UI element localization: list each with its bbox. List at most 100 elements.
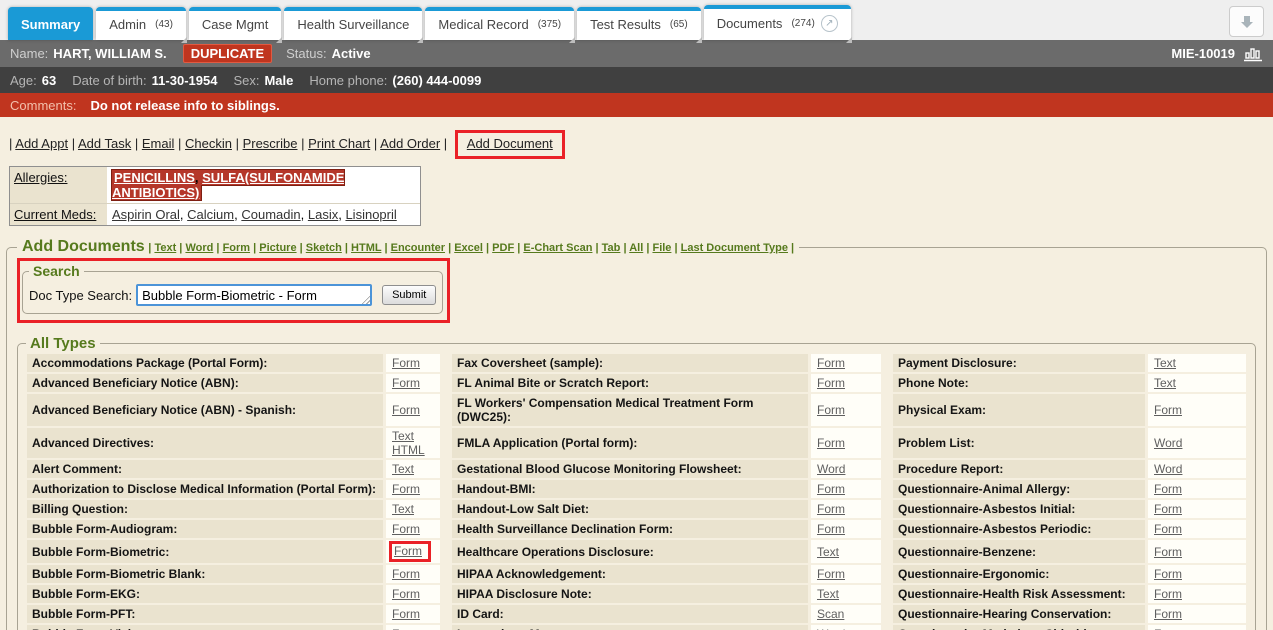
doc-link-form[interactable]: Form — [817, 502, 845, 516]
doc-type-search-label: Doc Type Search: — [29, 288, 132, 303]
doc-type-link-sketch[interactable]: Sketch — [306, 242, 342, 254]
doc-link-form[interactable]: Form — [817, 567, 845, 581]
med-lasix[interactable]: Lasix — [308, 207, 338, 222]
doc-type-link-word[interactable]: Word — [185, 242, 213, 254]
doc-link-form[interactable]: Form — [392, 567, 420, 581]
doc-link-form[interactable]: Form — [1154, 403, 1182, 417]
search-title: Search — [29, 263, 84, 279]
tab-count: (375) — [538, 19, 561, 30]
doc-type-link-e-chart-scan[interactable]: E-Chart Scan — [523, 242, 592, 254]
doc-type-link-picture[interactable]: Picture — [259, 242, 296, 254]
doc-type-links-cell: Word — [1148, 428, 1246, 458]
doc-link-text[interactable]: Text — [392, 429, 414, 443]
column-gap — [443, 428, 449, 458]
doc-type-link-html[interactable]: HTML — [351, 242, 381, 254]
doc-link-text[interactable]: Text — [392, 502, 414, 516]
med-aspirin-oral[interactable]: Aspirin Oral — [112, 207, 180, 222]
tab-medical-record[interactable]: Medical Record(375) — [425, 7, 574, 40]
doc-link-word[interactable]: Word — [817, 462, 845, 476]
allergy-penicillins[interactable]: PENICILLINS — [114, 170, 195, 185]
doc-link-text[interactable]: Text — [1154, 376, 1176, 390]
doc-type-link-excel[interactable]: Excel — [454, 242, 483, 254]
doc-type-link-file[interactable]: File — [652, 242, 671, 254]
tab-test-results[interactable]: Test Results(65) — [577, 7, 701, 40]
tab-label: Case Mgmt — [202, 17, 268, 32]
med-calcium[interactable]: Calcium — [187, 207, 234, 222]
action-email[interactable]: Email — [142, 136, 175, 151]
doc-link-form[interactable]: Form — [1154, 567, 1182, 581]
doc-link-form[interactable]: Form — [817, 436, 845, 450]
doc-link-text[interactable]: Text — [392, 462, 414, 476]
doc-link-form[interactable]: Form — [392, 607, 420, 621]
doc-link-form[interactable]: Form — [392, 356, 420, 370]
doc-link-form[interactable]: Form — [392, 376, 420, 390]
doc-link-form[interactable]: Form — [394, 544, 422, 558]
doc-type-links-cell: Word — [811, 625, 881, 630]
doc-type-link-encounter[interactable]: Encounter — [391, 242, 445, 254]
doc-type-link-text[interactable]: Text — [154, 242, 176, 254]
doc-link-form[interactable]: Form — [392, 587, 420, 601]
doc-link-form[interactable]: Form — [392, 482, 420, 496]
doc-link-form[interactable]: Form — [1154, 522, 1182, 536]
doc-link-form[interactable]: Form — [1154, 545, 1182, 559]
tab-health-surveillance[interactable]: Health Surveillance — [284, 7, 422, 40]
collapse-chart-button[interactable] — [1229, 6, 1264, 37]
doc-link-form[interactable]: Form — [817, 403, 845, 417]
doc-type-label: Advanced Beneficiary Notice (ABN): — [27, 374, 383, 392]
annotation-add-document: Add Document — [455, 130, 565, 159]
column-gap — [443, 520, 449, 538]
submit-button[interactable]: Submit — [382, 285, 436, 305]
tab-case-mgmt[interactable]: Case Mgmt — [189, 7, 281, 40]
action-add-task[interactable]: Add Task — [78, 136, 131, 151]
action-checkin[interactable]: Checkin — [185, 136, 232, 151]
chart-tab-bar: Summary Admin(43) Case Mgmt Health Surveill… — [0, 0, 1273, 40]
open-in-new-icon[interactable]: ↗ — [821, 15, 838, 32]
doc-type-links-cell: Form — [811, 428, 881, 458]
current-meds-link[interactable]: Current Meds: — [10, 204, 107, 225]
doc-link-form[interactable]: Form — [392, 403, 420, 417]
doc-link-scan[interactable]: Scan — [817, 607, 844, 621]
doc-link-form[interactable]: Form — [817, 376, 845, 390]
doc-link-form[interactable]: Form — [817, 522, 845, 536]
tab-admin[interactable]: Admin(43) — [96, 7, 186, 40]
doc-link-form[interactable]: Form — [1154, 587, 1182, 601]
action-add-order[interactable]: Add Order — [380, 136, 440, 151]
doc-type-links-cell: Form — [811, 520, 881, 538]
action-print-chart[interactable]: Print Chart — [308, 136, 370, 151]
doc-type-link-pdf[interactable]: PDF — [492, 242, 514, 254]
doc-type-link-tab[interactable]: Tab — [602, 242, 621, 254]
doc-type-links-cell: TextHTML — [386, 428, 440, 458]
doc-link-form[interactable]: Form — [1154, 482, 1182, 496]
doc-link-form[interactable]: Form — [392, 522, 420, 536]
doc-type-links-cell: Form — [811, 354, 881, 372]
doc-link-form[interactable]: Form — [817, 356, 845, 370]
doc-link-form[interactable]: Form — [817, 482, 845, 496]
tab-label: Documents — [717, 16, 783, 31]
doc-link-text[interactable]: Text — [1154, 356, 1176, 370]
action-prescribe[interactable]: Prescribe — [243, 136, 298, 151]
doc-link-word[interactable]: Word — [1154, 436, 1182, 450]
doc-type-link-form[interactable]: Form — [223, 242, 251, 254]
tab-summary[interactable]: Summary — [8, 7, 93, 40]
doc-link-html[interactable]: HTML — [392, 443, 425, 457]
doc-link-form[interactable]: Form — [1154, 502, 1182, 516]
action-add-document[interactable]: Add Document — [467, 136, 553, 151]
doc-type-links-cell: Form — [386, 480, 440, 498]
quick-actions: | Add Appt | Add Task | Email | Checkin … — [0, 130, 1273, 159]
doc-link-text[interactable]: Text — [817, 587, 839, 601]
med-coumadin[interactable]: Coumadin — [241, 207, 300, 222]
action-add-appt[interactable]: Add Appt — [15, 136, 68, 151]
tab-documents[interactable]: Documents(274)↗ — [704, 5, 851, 40]
doc-type-search-input[interactable] — [136, 284, 372, 306]
bar-chart-icon[interactable] — [1243, 46, 1263, 62]
doc-type-link-last-document-type[interactable]: Last Document Type — [681, 242, 788, 254]
allergies-link[interactable]: Allergies: — [10, 167, 107, 203]
tab-label: Summary — [21, 17, 80, 32]
doc-link-word[interactable]: Word — [1154, 462, 1182, 476]
doc-link-form[interactable]: Form — [1154, 607, 1182, 621]
doc-link-text[interactable]: Text — [817, 545, 839, 559]
doc-type-label: Physical Exam: — [893, 394, 1145, 426]
med-lisinopril[interactable]: Lisinopril — [345, 207, 396, 222]
doc-type-links-cell: Form — [1148, 585, 1246, 603]
doc-type-link-all[interactable]: All — [629, 242, 643, 254]
